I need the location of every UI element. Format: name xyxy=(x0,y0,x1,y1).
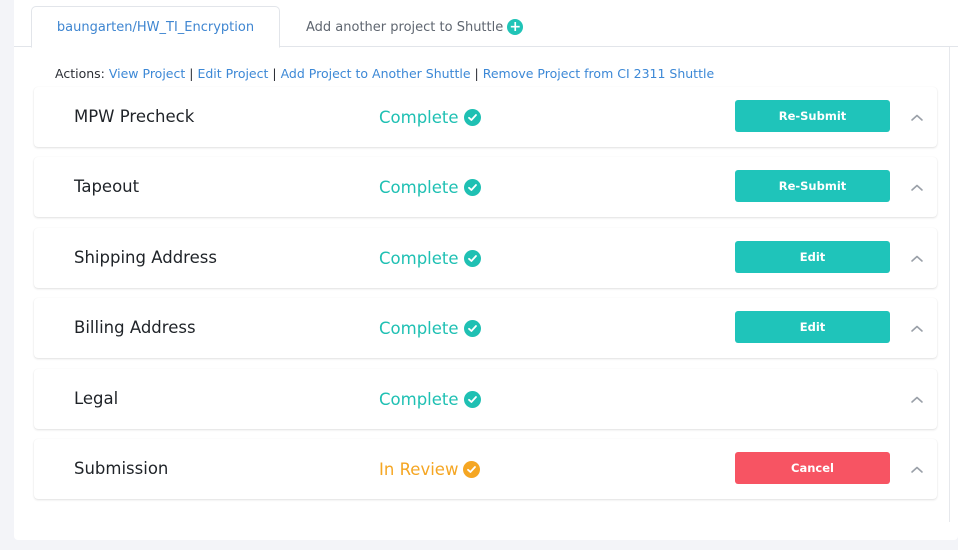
cancel-button[interactable]: Cancel xyxy=(735,452,890,484)
step-status: In Review xyxy=(379,439,481,499)
step-status: Complete xyxy=(379,157,481,217)
chevron-up-icon[interactable] xyxy=(910,251,924,265)
resubmit-button[interactable]: Re-Submit xyxy=(735,170,890,202)
step-status: Complete xyxy=(379,87,481,147)
step-row-tapeout: Tapeout Complete Re-Submit xyxy=(34,157,937,217)
edit-project-link[interactable]: Edit Project xyxy=(197,66,268,81)
step-status: Complete xyxy=(379,228,481,288)
step-name: MPW Precheck xyxy=(74,107,195,126)
step-name: Legal xyxy=(74,389,119,408)
chevron-up-icon[interactable] xyxy=(910,321,924,335)
step-status-label: In Review xyxy=(379,459,459,479)
chevron-up-icon[interactable] xyxy=(910,110,924,124)
plus-circle-icon[interactable]: + xyxy=(507,19,524,35)
check-circle-icon xyxy=(463,319,481,337)
step-status-label: Complete xyxy=(379,318,459,338)
check-circle-icon xyxy=(463,460,481,478)
edit-button[interactable]: Edit xyxy=(735,311,890,343)
step-status: Complete xyxy=(379,298,481,358)
separator: | xyxy=(474,66,479,81)
view-project-link[interactable]: View Project xyxy=(109,66,185,81)
step-row-legal: Legal Complete xyxy=(34,369,937,429)
edit-button[interactable]: Edit xyxy=(735,241,890,273)
actions-bar: Actions: View Project | Edit Project | A… xyxy=(55,66,714,81)
step-row-shipping-address: Shipping Address Complete Edit xyxy=(34,228,937,288)
step-status-label: Complete xyxy=(379,248,459,268)
chevron-up-icon[interactable] xyxy=(910,462,924,476)
tab-project[interactable]: baungarten/HW_TI_Encryption xyxy=(31,6,280,48)
step-row-mpw-precheck: MPW Precheck Complete Re-Submit xyxy=(34,87,937,147)
step-name: Shipping Address xyxy=(74,248,217,267)
remove-project-link[interactable]: Remove Project from CI 2311 Shuttle xyxy=(483,66,714,81)
check-circle-icon xyxy=(463,249,481,267)
step-row-billing-address: Billing Address Complete Edit xyxy=(34,298,937,358)
actions-prefix: Actions: xyxy=(55,66,105,81)
step-status-label: Complete xyxy=(379,389,459,409)
tab-add-project-label: Add another project to Shuttle xyxy=(306,19,504,35)
divider xyxy=(949,47,950,522)
step-status: Complete xyxy=(379,369,481,429)
check-circle-icon xyxy=(463,390,481,408)
step-name: Submission xyxy=(74,459,169,478)
step-status-label: Complete xyxy=(379,177,459,197)
add-project-to-another-shuttle-link[interactable]: Add Project to Another Shuttle xyxy=(281,66,471,81)
check-circle-icon xyxy=(463,178,481,196)
step-status-label: Complete xyxy=(379,107,459,127)
resubmit-button[interactable]: Re-Submit xyxy=(735,100,890,132)
separator: | xyxy=(272,66,277,81)
step-name: Billing Address xyxy=(74,318,196,337)
step-row-submission: Submission In Review Cancel xyxy=(34,439,937,499)
chevron-up-icon[interactable] xyxy=(910,180,924,194)
check-circle-icon xyxy=(463,108,481,126)
tab-project-label: baungarten/HW_TI_Encryption xyxy=(56,19,255,35)
step-name: Tapeout xyxy=(74,177,140,196)
separator: | xyxy=(189,66,194,81)
tab-bar: baungarten/HW_TI_Encryption Add another … xyxy=(14,0,958,48)
tab-add-project[interactable]: Add another project to Shuttle + xyxy=(306,6,524,48)
chevron-up-icon[interactable] xyxy=(910,392,924,406)
